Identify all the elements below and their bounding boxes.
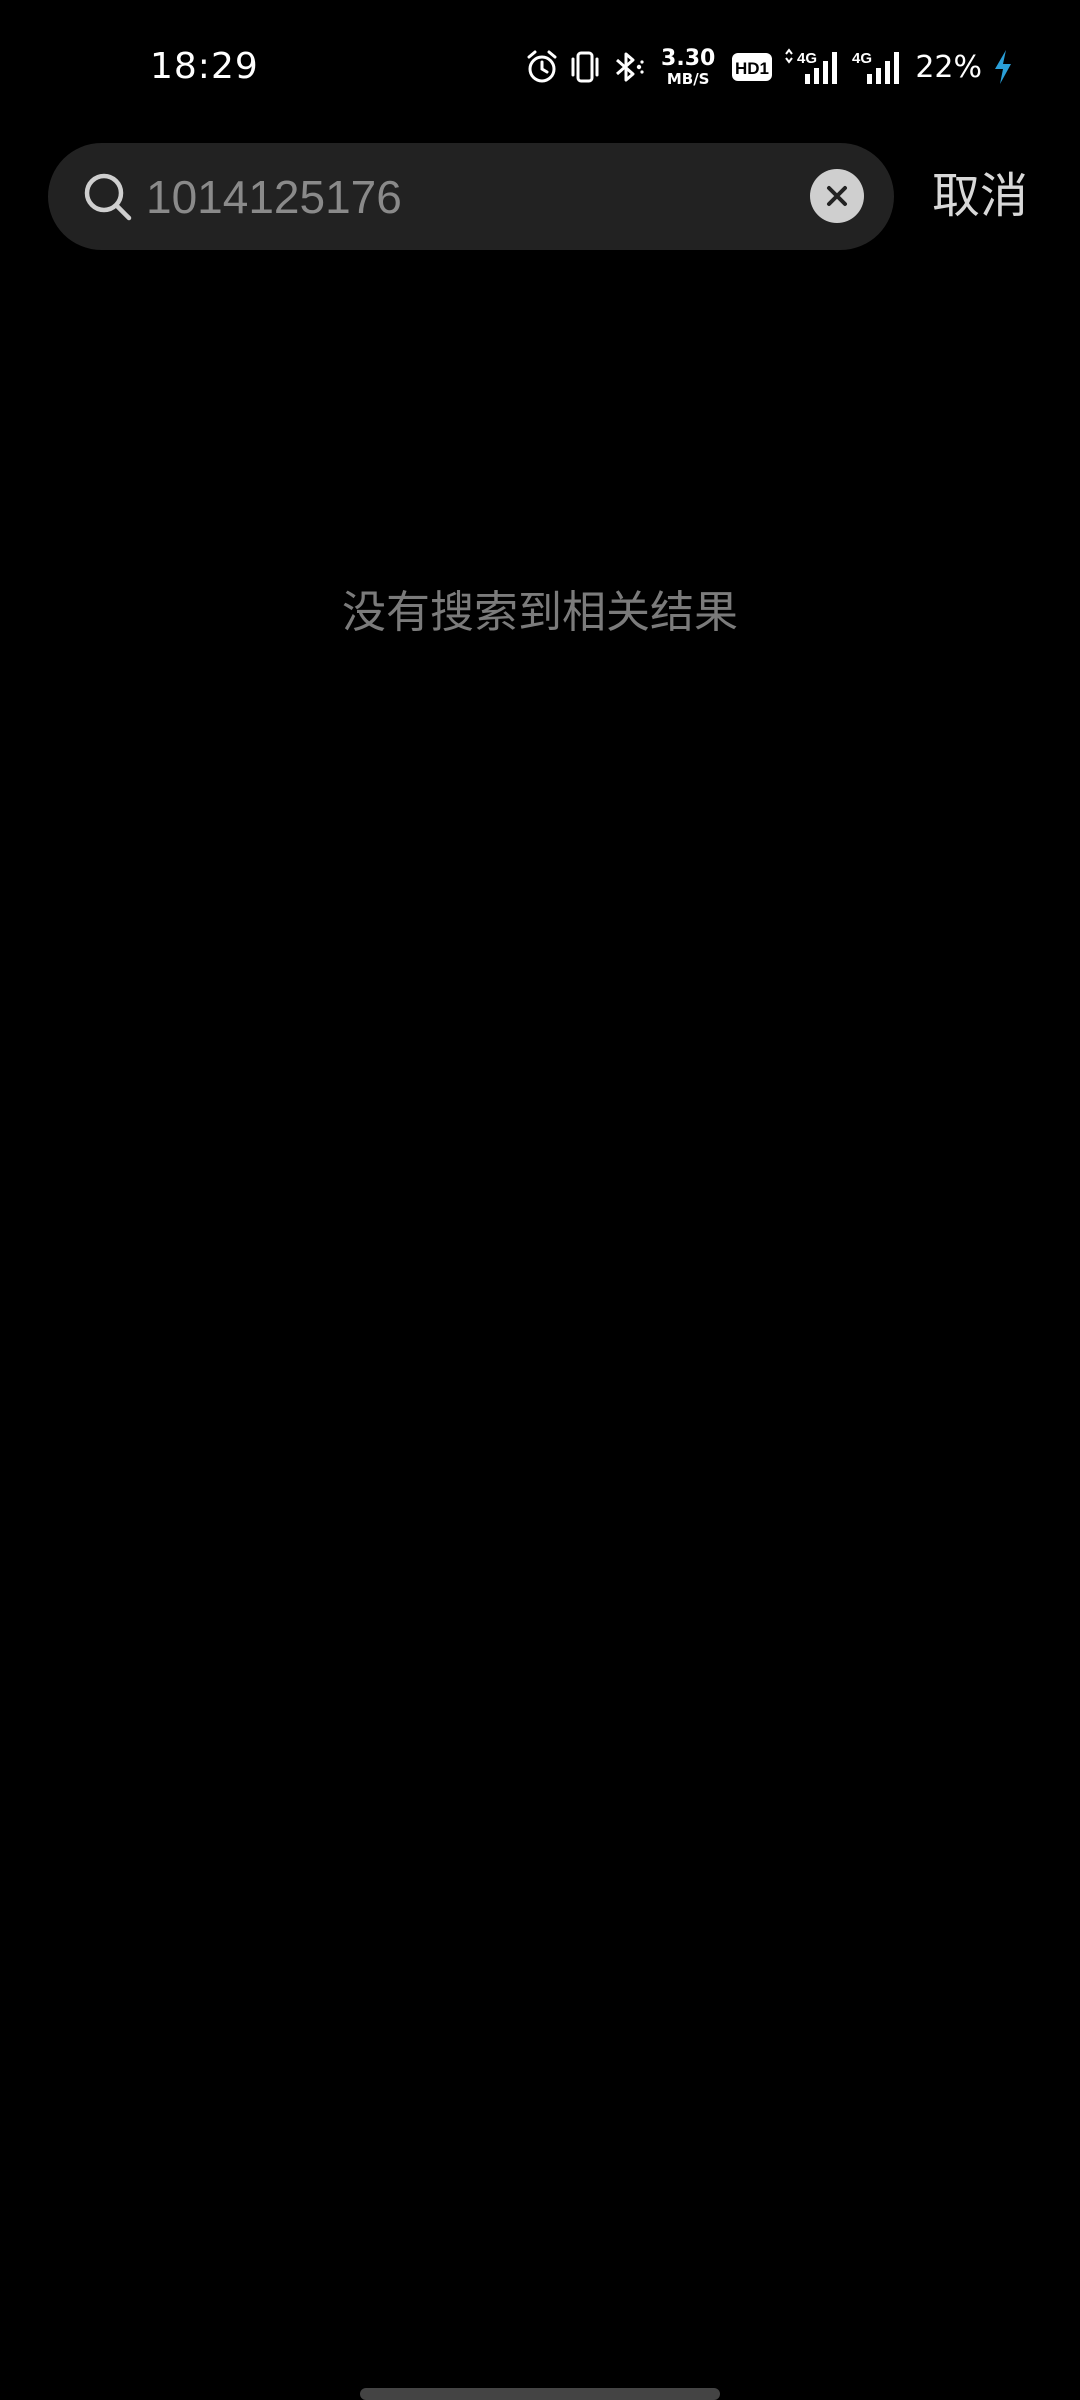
search-input[interactable] (146, 143, 836, 250)
charging-icon (992, 48, 1014, 86)
speed-unit: MB/S (666, 69, 710, 88)
hd-label: HD1 (735, 59, 769, 78)
close-icon (827, 186, 847, 206)
signal-icon: 4G (783, 48, 841, 86)
vibrate-icon (569, 50, 601, 84)
status-time: 18:29 (150, 46, 259, 87)
status-bar: 18:29 3.30 MB/S HD1 4G 4G 22% (0, 0, 1080, 134)
search-row: 取消 (48, 143, 1048, 250)
search-box[interactable] (48, 143, 894, 250)
gesture-nav-bar[interactable] (360, 2388, 720, 2400)
network-speed: 3.30 MB/S (661, 45, 716, 88)
bluetooth-icon (611, 50, 645, 84)
alarm-icon (525, 49, 559, 85)
search-icon (82, 171, 134, 223)
signal-icon: 4G (851, 48, 903, 86)
sim2-network-label: 4G (852, 50, 872, 67)
sim1-network-label: 4G (797, 50, 817, 67)
clear-search-button[interactable] (810, 169, 864, 223)
battery-percent: 22% (915, 49, 982, 85)
cancel-button[interactable]: 取消 (932, 163, 1028, 229)
speed-value: 3.30 (661, 45, 716, 71)
status-icons: 3.30 MB/S HD1 4G 4G 22% (525, 44, 1014, 90)
empty-results-message: 没有搜索到相关结果 (342, 587, 738, 638)
search-screen: 18:29 3.30 MB/S HD1 4G 4G 22% 1014125176… (0, 0, 1080, 2400)
hd-voice-icon: HD1 (731, 51, 773, 83)
